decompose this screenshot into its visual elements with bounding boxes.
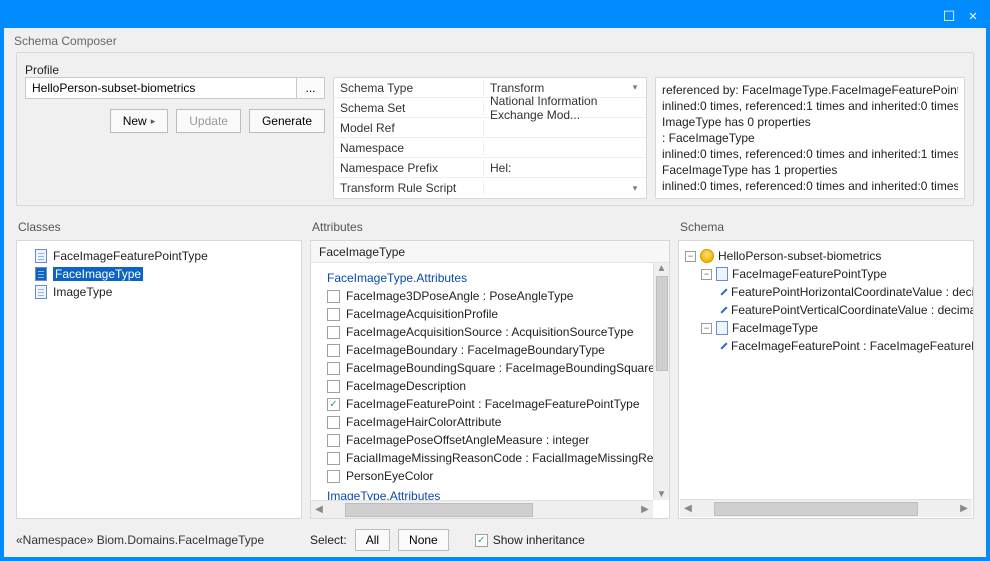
profile-legend: Profile [25, 63, 59, 77]
select-label: Select: [310, 533, 347, 547]
tree-type-node[interactable]: − FaceImageType [685, 319, 969, 337]
tree-root[interactable]: − HelloPerson-subset-biometrics [685, 247, 969, 265]
select-all-button[interactable]: All [355, 529, 390, 551]
class-icon [35, 285, 47, 299]
app-title: Schema Composer [4, 28, 986, 50]
checkbox[interactable] [327, 452, 340, 465]
class-item[interactable]: ImageType [21, 283, 297, 301]
attr-item[interactable]: ✓FaceImageFeaturePoint : FaceImageFeatur… [317, 395, 669, 413]
scroll-right-icon[interactable]: ▶ [956, 503, 972, 514]
tree-property-node[interactable]: FaceImageFeaturePoint : FaceImageFeature… [685, 337, 969, 355]
property-icon [720, 342, 727, 349]
kv-transform-rule-script[interactable]: Transform Rule Script ▾ [334, 178, 646, 198]
attr-item[interactable]: FaceImage3DPoseAngle : PoseAngleType [317, 287, 669, 305]
attributes-list: FaceImageType FaceImageType.Attributes F… [310, 240, 670, 519]
classes-panel: Classes FaceImageFeaturePointType FaceIm… [16, 214, 302, 519]
type-icon [716, 321, 728, 335]
scroll-thumb[interactable] [345, 503, 533, 517]
class-icon [35, 249, 47, 263]
scroll-up-icon[interactable]: ▲ [654, 263, 670, 274]
attr-item[interactable]: FaceImageBoundingSquare : FaceImageBound… [317, 359, 669, 377]
checkbox[interactable]: ✓ [475, 534, 488, 547]
dropdown-icon[interactable]: ▾ [628, 183, 642, 194]
scroll-down-icon[interactable]: ▼ [654, 489, 670, 500]
attributes-panel: Attributes FaceImageType FaceImageType.A… [310, 214, 670, 519]
schema-tree[interactable]: − HelloPerson-subset-biometrics − FaceIm… [678, 240, 974, 519]
attr-group-faceimagetype: FaceImageType.Attributes [317, 267, 669, 287]
scroll-thumb[interactable] [714, 502, 918, 516]
tree-type-node[interactable]: − FaceImageFeaturePointType [685, 265, 969, 283]
type-icon [716, 267, 728, 281]
scroll-left-icon[interactable]: ◀ [311, 504, 327, 515]
attributes-scroll[interactable]: FaceImageType.Attributes FaceImage3DPose… [311, 263, 669, 500]
schema-icon [700, 249, 714, 263]
close-button[interactable]: ✕ [964, 8, 982, 24]
show-inheritance-checkbox[interactable]: ✓ Show inheritance [475, 533, 585, 547]
horizontal-scrollbar[interactable]: ◀ ▶ [680, 499, 972, 517]
kv-model-ref[interactable]: Model Ref [334, 118, 646, 138]
checkbox[interactable] [327, 362, 340, 375]
attr-item[interactable]: FaceImagePoseOffsetAngleMeasure : intege… [317, 431, 669, 449]
checkbox[interactable] [327, 290, 340, 303]
generate-button[interactable]: Generate [249, 109, 325, 133]
horizontal-scrollbar[interactable]: ◀ ▶ [311, 500, 653, 518]
collapse-icon[interactable]: − [701, 269, 712, 280]
schema-panel: Schema − HelloPerson-subset-biometrics −… [678, 214, 974, 519]
panels: Classes FaceImageFeaturePointType FaceIm… [16, 214, 974, 519]
new-button[interactable]: New ▸ [110, 109, 169, 133]
attr-item[interactable]: FaceImageDescription [317, 377, 669, 395]
attr-item[interactable]: FaceImageBoundary : FaceImageBoundaryTyp… [317, 341, 669, 359]
scroll-left-icon[interactable]: ◀ [680, 503, 696, 514]
attr-item[interactable]: FaceImageAcquisitionSource : Acquisition… [317, 323, 669, 341]
profile-name-input[interactable] [25, 77, 297, 99]
checkbox[interactable] [327, 434, 340, 447]
scroll-right-icon[interactable]: ▶ [637, 504, 653, 515]
profile-browse-button[interactable]: ... [297, 77, 325, 99]
property-icon [720, 306, 727, 313]
footer: «Namespace» Biom.Domains.FaceImageType S… [16, 529, 974, 551]
attributes-header: FaceImageType [311, 241, 669, 263]
checkbox[interactable] [327, 308, 340, 321]
class-item[interactable]: FaceImageFeaturePointType [21, 247, 297, 265]
collapse-icon[interactable]: − [701, 323, 712, 334]
attr-item[interactable]: FacialImageMissingReasonCode : FacialIma… [317, 449, 669, 467]
kv-namespace-prefix[interactable]: Namespace Prefix Hel: [334, 158, 646, 178]
class-item[interactable]: FaceImageType [21, 265, 297, 283]
checkbox[interactable] [327, 326, 340, 339]
attr-item[interactable]: FaceImageHairColorAttribute [317, 413, 669, 431]
attr-item[interactable]: PersonEyeColor [317, 467, 669, 485]
window: ☐ ✕ Schema Composer Profile ... New ▸ Up… [3, 3, 987, 558]
update-button[interactable]: Update [176, 109, 241, 133]
checkbox[interactable] [327, 380, 340, 393]
checkbox[interactable] [327, 470, 340, 483]
property-icon [720, 288, 727, 295]
classes-list[interactable]: FaceImageFeaturePointType FaceImageType … [16, 240, 302, 519]
collapse-icon[interactable]: − [685, 251, 696, 262]
chevron-right-icon: ▸ [151, 116, 156, 127]
profile-info-panel: referenced by: FaceImageType.FaceImageFe… [655, 77, 965, 199]
class-icon [35, 267, 47, 281]
checkbox[interactable] [327, 416, 340, 429]
checkbox[interactable] [327, 344, 340, 357]
kv-schema-set[interactable]: Schema Set National Information Exchange… [334, 98, 646, 118]
namespace-label: «Namespace» Biom.Domains.FaceImageType [16, 533, 310, 547]
profile-group: Profile ... New ▸ Update Generate [16, 52, 974, 206]
tree-property-node[interactable]: FeaturePointVerticalCoordinateValue : de… [685, 301, 969, 319]
attr-group-imagetype: ImageType.Attributes [317, 485, 669, 500]
titlebar: ☐ ✕ [4, 4, 986, 28]
scroll-thumb[interactable] [656, 276, 668, 371]
attr-item[interactable]: FaceImageAcquisitionProfile [317, 305, 669, 323]
dropdown-icon[interactable]: ▾ [628, 82, 642, 93]
checkbox[interactable]: ✓ [327, 398, 340, 411]
maximize-button[interactable]: ☐ [940, 8, 958, 24]
schema-properties-grid: Schema Type Transform▾ Schema Set Nation… [333, 77, 647, 199]
select-none-button[interactable]: None [398, 529, 449, 551]
vertical-scrollbar[interactable]: ▲ ▼ [653, 263, 669, 500]
tree-property-node[interactable]: FeaturePointHorizontalCoordinateValue : … [685, 283, 969, 301]
kv-namespace[interactable]: Namespace [334, 138, 646, 158]
profile-left: ... New ▸ Update Generate [25, 77, 325, 199]
